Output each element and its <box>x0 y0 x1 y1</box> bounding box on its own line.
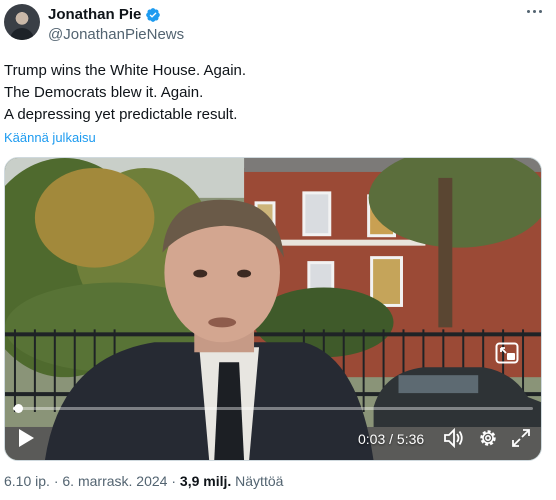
tweet-text: Trump wins the White House. Again. The D… <box>4 60 246 126</box>
video-player[interactable]: 0:03 / 5:36 <box>4 157 542 461</box>
translate-post-link[interactable]: Käännä julkaisu <box>4 130 96 145</box>
author-name-row: Jonathan Pie <box>48 6 161 23</box>
tweet-date[interactable]: 6. marrask. 2024 <box>62 473 167 489</box>
views-count: 3,9 milj. <box>179 473 232 489</box>
volume-icon[interactable] <box>443 428 465 448</box>
tweet-line: The Democrats blew it. Again. <box>4 84 204 101</box>
views-label: Näyttöä <box>235 473 284 489</box>
tweet-meta: 6.10 ip. · 6. marrask. 2024 · 3,9 milj. … <box>4 473 283 489</box>
play-icon[interactable] <box>17 428 35 448</box>
avatar[interactable] <box>4 4 40 40</box>
tweet-line: Trump wins the White House. Again. <box>4 62 247 79</box>
settings-gear-icon[interactable] <box>478 428 498 448</box>
author-handle[interactable]: @JonathanPieNews <box>48 26 184 43</box>
more-options-icon[interactable] <box>527 10 542 13</box>
tweet-time[interactable]: 6.10 ip. <box>4 473 50 489</box>
author-name[interactable]: Jonathan Pie <box>48 6 141 23</box>
video-time: 0:03 / 5:36 <box>358 431 425 447</box>
tweet-line: A depressing yet predictable result. <box>4 106 238 123</box>
video-progress-bar[interactable] <box>13 404 533 413</box>
verified-badge-icon <box>146 7 161 22</box>
picture-in-picture-icon[interactable] <box>495 342 519 364</box>
fullscreen-icon[interactable] <box>511 428 531 448</box>
meta-separator: · <box>171 473 177 489</box>
meta-separator: · <box>53 473 59 489</box>
video-frame-image <box>5 158 541 460</box>
